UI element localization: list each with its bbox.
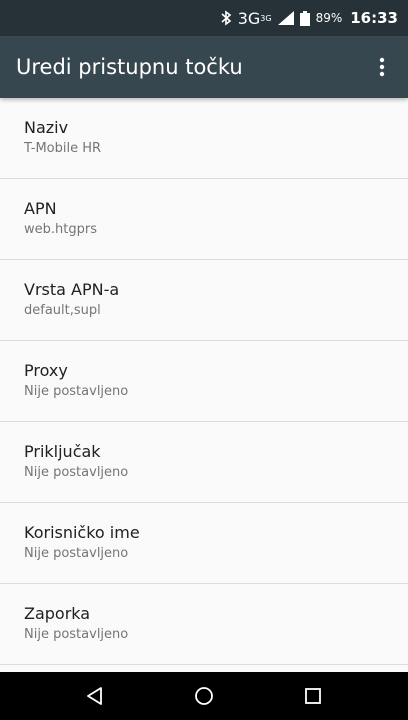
network-type-text: 3G [237, 8, 261, 28]
setting-item-apn[interactable]: APN web.htgprs [0, 179, 408, 260]
recents-button[interactable] [283, 672, 343, 720]
setting-value: Nije postavljeno [24, 546, 129, 561]
home-button[interactable] [174, 672, 234, 720]
back-triangle-icon [86, 687, 102, 705]
setting-item-proxy[interactable]: Proxy Nije postavljeno [0, 341, 408, 422]
navigation-bar [0, 672, 408, 720]
setting-label: Naziv [24, 118, 69, 137]
back-button[interactable] [65, 672, 125, 720]
setting-item-apn-type[interactable]: Vrsta APN-a default,supl [0, 260, 408, 341]
network-type-indicator: 3G 3G [238, 9, 272, 28]
clock: 16:33 [350, 9, 398, 27]
setting-value: web.htgprs [24, 222, 97, 237]
setting-label: APN [24, 199, 57, 218]
more-vert-icon[interactable] [364, 49, 400, 85]
battery-percent: 89% [315, 11, 343, 25]
setting-value: T-Mobile HR [24, 141, 102, 156]
network-sup-text: 3G [260, 13, 272, 23]
recents-square-icon [305, 688, 322, 704]
setting-value: Nije postavljeno [24, 627, 129, 642]
setting-label: Zaporka [24, 604, 91, 623]
setting-value: Nije postavljeno [24, 465, 129, 480]
home-circle-icon [195, 687, 213, 705]
setting-value: default,supl [24, 303, 101, 318]
setting-item-naziv[interactable]: Naziv T-Mobile HR [0, 98, 408, 179]
page-title: Uredi pristupnu točku [16, 55, 243, 79]
status-bar: 3G 3G 89% 16:33 [0, 0, 408, 36]
setting-label: Vrsta APN-a [24, 280, 120, 299]
signal-icon [277, 11, 294, 25]
setting-label: Korisničko ime [24, 523, 140, 542]
setting-item-password[interactable]: Zaporka Nije postavljeno [0, 584, 408, 665]
setting-item-port[interactable]: Priključak Nije postavljeno [0, 422, 408, 503]
setting-label: Priključak [24, 442, 101, 461]
setting-value: Nije postavljeno [24, 384, 129, 399]
battery-icon [299, 10, 310, 26]
bluetooth-icon [220, 10, 232, 26]
setting-item-username[interactable]: Korisničko ime Nije postavljeno [0, 503, 408, 584]
setting-label: Proxy [24, 361, 68, 380]
apn-settings-list: Naziv T-Mobile HR APN web.htgprs Vrsta A… [0, 98, 408, 672]
app-bar: Uredi pristupnu točku [0, 36, 408, 98]
